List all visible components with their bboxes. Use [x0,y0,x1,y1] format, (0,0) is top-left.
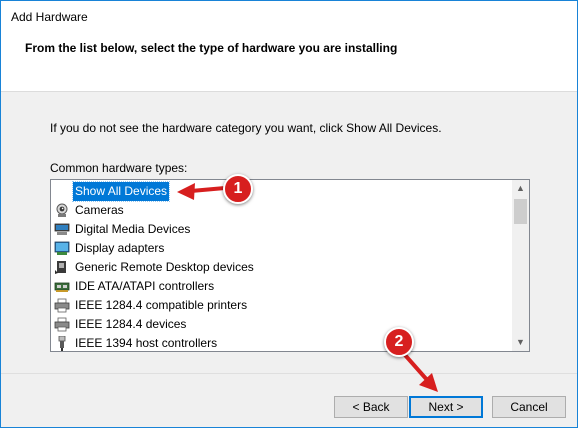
display-adapter-icon [54,241,70,255]
next-button[interactable]: Next > [409,396,483,418]
scroll-up-arrow-icon[interactable]: ▲ [512,180,529,197]
list-item-label: Generic Remote Desktop devices [75,260,254,274]
list-item-label: IEEE 1394 host controllers [75,336,218,350]
ide-controller-icon [54,282,70,292]
hardware-types-list[interactable]: Show All Devices Cameras Digital Media D… [50,179,530,352]
list-label: Common hardware types: [50,161,188,175]
printer-icon [54,317,70,332]
list-item-label: IEEE 1284.4 compatible printers [75,298,248,312]
wizard-header: Add Hardware From the list below, select… [1,1,577,92]
list-item-label: Display adapters [75,241,165,255]
step-badge-1: 1 [223,174,253,204]
list-item-show-all-devices[interactable]: Show All Devices [51,181,513,202]
list-item-label: Cameras [75,203,124,217]
footer-divider [1,373,577,374]
list-item-label: Show All Devices [71,181,171,202]
list-item-display-adapters[interactable]: Display adapters [51,239,513,258]
list-item-generic-remote-desktop-devices[interactable]: Generic Remote Desktop devices [51,258,513,277]
back-button[interactable]: < Back [334,396,408,418]
cancel-button[interactable]: Cancel [492,396,566,418]
list-item-ide-ata-atapi-controllers[interactable]: IDE ATA/ATAPI controllers [51,277,513,296]
usb-plug-icon [58,336,66,351]
printer-icon [54,298,70,313]
scroll-down-arrow-icon[interactable]: ▼ [512,334,529,351]
window-title: Add Hardware [11,10,88,24]
instruction-text: If you do not see the hardware category … [50,121,442,135]
scroll-thumb[interactable] [514,199,527,224]
step-badge-2: 2 [384,327,414,357]
list-item-ieee-1284-4-compatible-printers[interactable]: IEEE 1284.4 compatible printers [51,296,513,315]
list-item-cameras[interactable]: Cameras [51,201,513,220]
add-hardware-window: Add Hardware From the list below, select… [0,0,578,428]
list-item-ieee-1284-4-devices[interactable]: IEEE 1284.4 devices [51,315,513,334]
camera-icon [56,203,68,217]
list-scrollbar[interactable]: ▲ ▼ [512,180,529,351]
list-item-label: IDE ATA/ATAPI controllers [75,279,215,293]
list-item-label: Digital Media Devices [75,222,191,236]
list-item-digital-media-devices[interactable]: Digital Media Devices [51,220,513,239]
list-item-ieee-1394-host-controllers[interactable]: IEEE 1394 host controllers [51,334,513,351]
media-device-icon [54,223,70,235]
remote-desktop-icon [55,261,66,274]
list-item-label: IEEE 1284.4 devices [75,317,187,331]
wizard-subtitle: From the list below, select the type of … [25,41,398,55]
